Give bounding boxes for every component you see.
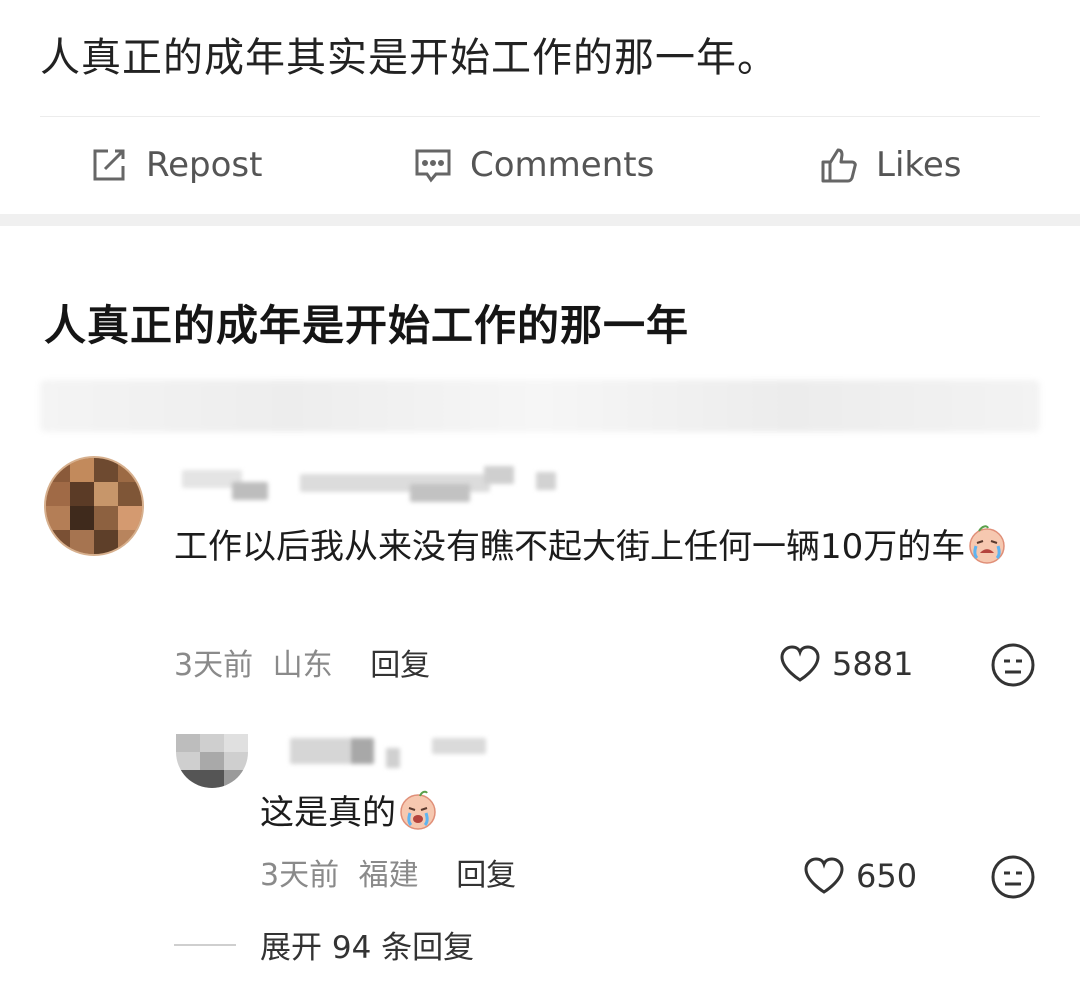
divider: [40, 116, 1040, 117]
reply-text: 这是真的: [260, 788, 440, 838]
reply-text-content: 这是真的: [260, 793, 396, 833]
reply-time: 3天前: [260, 858, 340, 893]
post-text: 人真正的成年其实是开始工作的那一年。: [40, 35, 778, 81]
neutral-face-icon[interactable]: [990, 642, 1036, 688]
reply-username-blurred[interactable]: [290, 738, 350, 764]
reply-username-blurred-part: [432, 738, 486, 754]
likes-label: Likes: [876, 145, 962, 185]
chat-bubble-icon: [415, 149, 451, 183]
comment-location: 山东: [272, 648, 333, 683]
comments-label: Comments: [470, 145, 655, 185]
expand-replies-button[interactable]: 展开 94 条回复: [174, 922, 474, 967]
repost-button[interactable]: Repost: [88, 130, 262, 200]
username-blurred-part: [410, 484, 470, 502]
avatar[interactable]: [44, 456, 144, 556]
username-blurred-part: [536, 472, 556, 490]
crying-face-emoji: [969, 525, 1006, 564]
comment-meta: 3天前 山东 回复: [174, 646, 430, 686]
comment-text: 工作以后我从来没有瞧不起大街上任何一辆10万的车: [174, 518, 1034, 576]
heart-icon: [780, 645, 820, 682]
comment-like-count: 5881: [832, 645, 914, 683]
reply-meta: 3天前 福建 回复: [260, 856, 516, 896]
section-divider: [0, 214, 1080, 226]
thumbs-up-icon: [821, 148, 857, 183]
repost-label: Repost: [146, 145, 263, 185]
reply-username-blurred-part: [350, 738, 374, 764]
crying-face-emoji: [400, 790, 436, 830]
reply-username-blurred-part: [386, 748, 400, 768]
username-blurred-part: [484, 466, 514, 484]
blurred-content: [40, 380, 1040, 432]
reply-button[interactable]: 回复: [370, 648, 430, 683]
comment-time: 3天前: [174, 648, 254, 683]
reply-reply-button[interactable]: 回复: [456, 858, 516, 893]
reply-location: 福建: [358, 858, 419, 893]
expand-replies-label: 展开 94 条回复: [260, 930, 475, 966]
reply-like-count: 650: [856, 857, 918, 895]
action-bar: Repost Comments Likes: [0, 130, 1080, 200]
article-title: 人真正的成年是开始工作的那一年: [44, 301, 690, 350]
comments-button[interactable]: Comments: [412, 130, 654, 200]
username-blurred-part: [232, 482, 268, 500]
expand-line: [174, 943, 236, 946]
likes-button[interactable]: Likes: [818, 130, 962, 200]
neutral-face-icon[interactable]: [990, 854, 1036, 900]
reply-like-button[interactable]: 650: [802, 856, 917, 896]
edit-square-icon: [93, 149, 125, 181]
reply-avatar[interactable]: [176, 734, 248, 788]
comment-like-button[interactable]: 5881: [778, 644, 913, 684]
comment-text-content: 工作以后我从来没有瞧不起大街上任何一辆10万的车: [174, 527, 966, 567]
heart-icon: [804, 857, 844, 894]
